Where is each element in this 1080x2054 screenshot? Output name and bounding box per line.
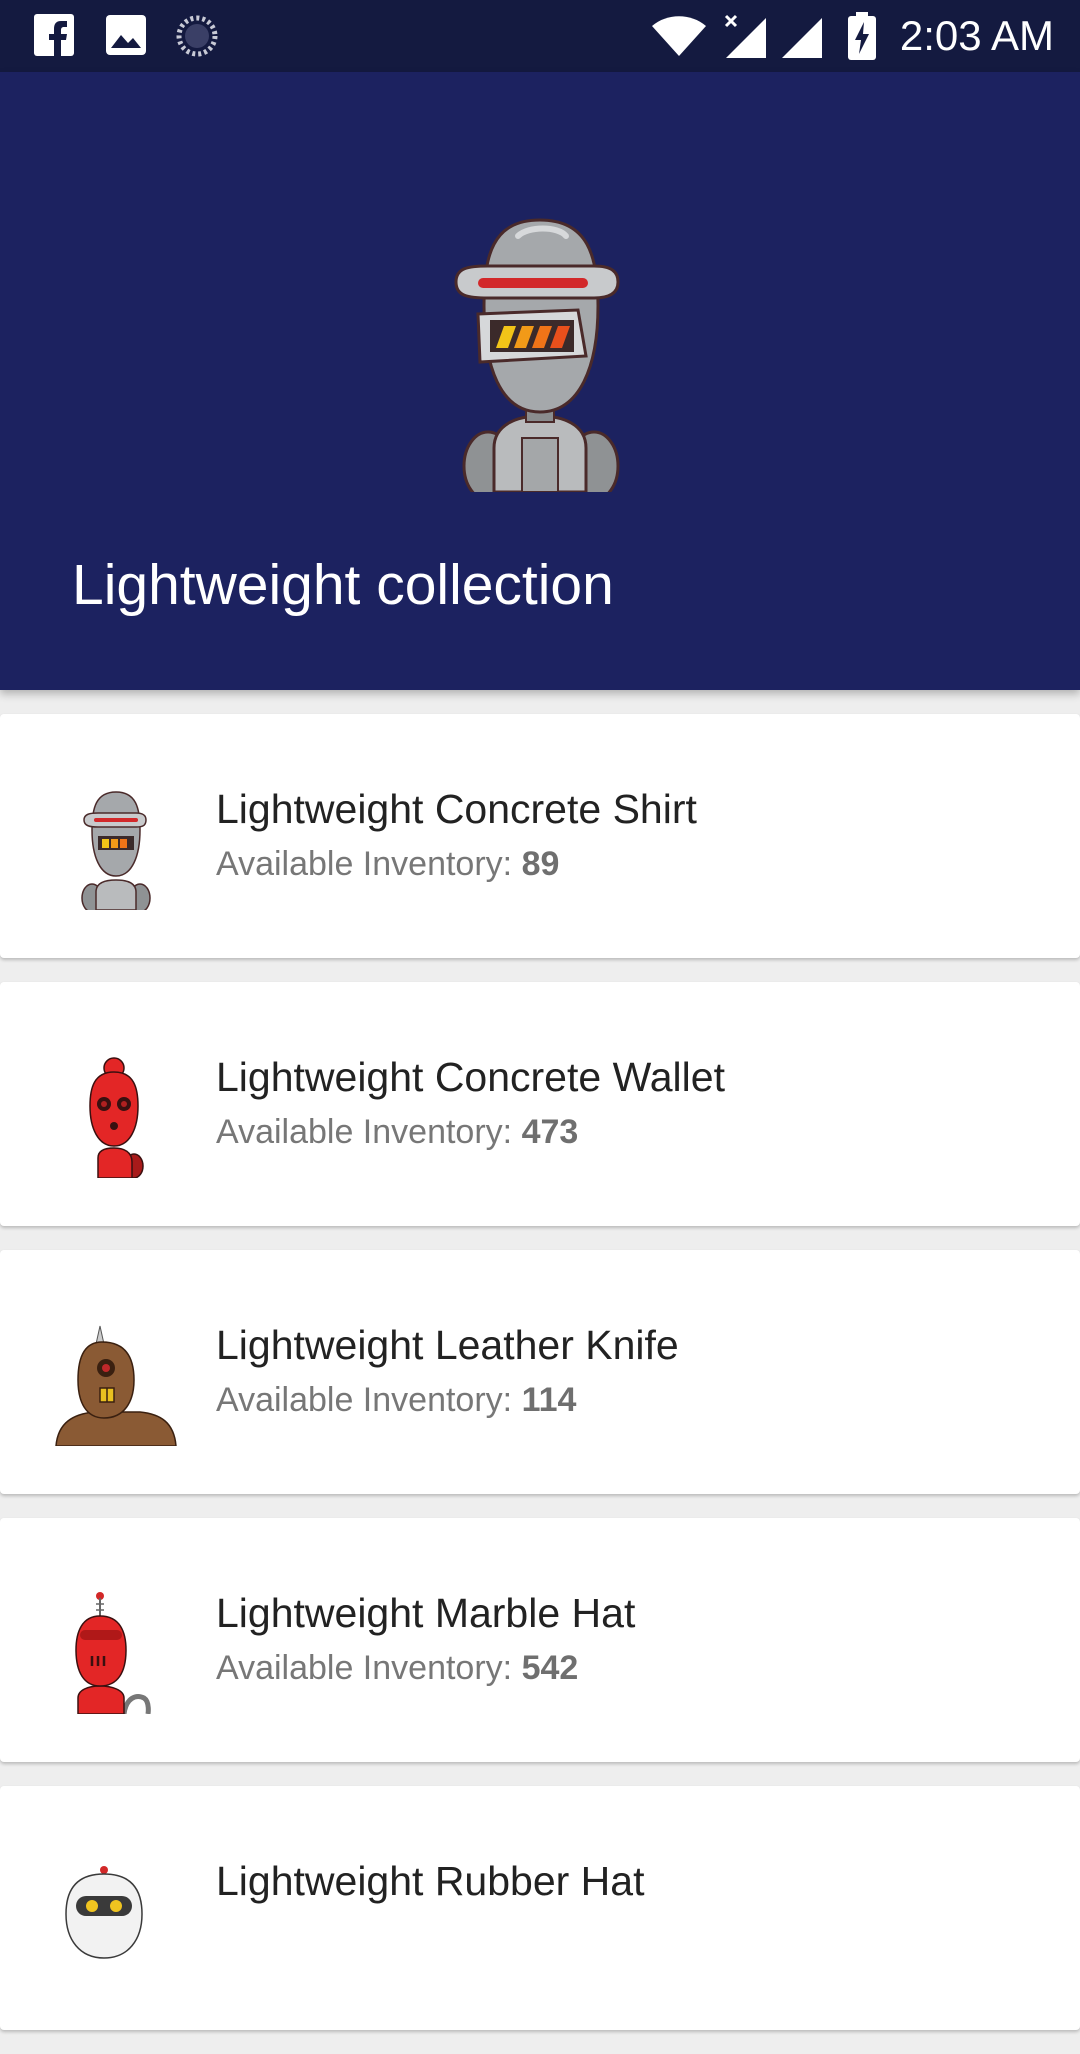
product-inventory: Available Inventory: 542: [216, 1646, 578, 1690]
product-name: Lightweight Marble Hat: [216, 1590, 636, 1636]
brown-robot-image: [55, 1325, 177, 1446]
product-name: Lightweight Concrete Wallet: [216, 1054, 725, 1100]
product-card[interactable]: Lightweight Leather Knife Available Inve…: [0, 1250, 1080, 1494]
battery-charging-icon: [848, 12, 876, 60]
gray-robot-image: [81, 791, 151, 910]
status-time: 2:03 AM: [899, 12, 1054, 59]
inventory-label: Available Inventory:: [216, 1381, 513, 1419]
wifi-icon: [652, 16, 706, 56]
inventory-label: Available Inventory:: [216, 1649, 513, 1687]
signal-no-data-icon: [724, 14, 766, 58]
product-inventory: Available Inventory: 473: [216, 1110, 578, 1154]
product-card[interactable]: Lightweight Concrete Shirt Available Inv…: [0, 714, 1080, 958]
product-name: Lightweight Concrete Shirt: [216, 786, 697, 832]
inventory-label: Available Inventory:: [216, 1113, 513, 1151]
inventory-label: Available Inventory:: [216, 845, 513, 883]
product-card[interactable]: Lightweight Concrete Wallet Available In…: [0, 982, 1080, 1226]
white-robot-image: [65, 1866, 143, 1959]
hero-robot-image: [454, 218, 620, 492]
product-name: Lightweight Rubber Hat: [216, 1858, 645, 1904]
product-card[interactable]: Lightweight Marble Hat Available Invento…: [0, 1518, 1080, 1762]
product-card[interactable]: Lightweight Rubber Hat: [0, 1786, 1080, 2030]
facebook-icon: [34, 14, 74, 56]
signal-icon: [782, 18, 822, 58]
inventory-value: 89: [521, 845, 560, 883]
product-name: Lightweight Leather Knife: [216, 1322, 679, 1368]
product-inventory: Available Inventory: 114: [216, 1378, 576, 1422]
red-antenna-robot-image: [75, 1592, 151, 1714]
inventory-value: 473: [521, 1113, 579, 1151]
collection-header: Lightweight collection: [0, 72, 1080, 690]
inventory-value: 542: [521, 1649, 579, 1687]
sync-icon: [176, 15, 218, 57]
inventory-value: 114: [521, 1381, 577, 1419]
red-robot-image: [89, 1057, 144, 1178]
collection-title: Lightweight collection: [72, 553, 614, 617]
product-inventory: Available Inventory: 89: [216, 842, 559, 886]
product-list[interactable]: Lightweight Concrete Shirt Available Inv…: [0, 714, 1080, 2054]
image-icon: [106, 15, 146, 55]
status-bar: 2:03 AM: [0, 0, 1080, 72]
